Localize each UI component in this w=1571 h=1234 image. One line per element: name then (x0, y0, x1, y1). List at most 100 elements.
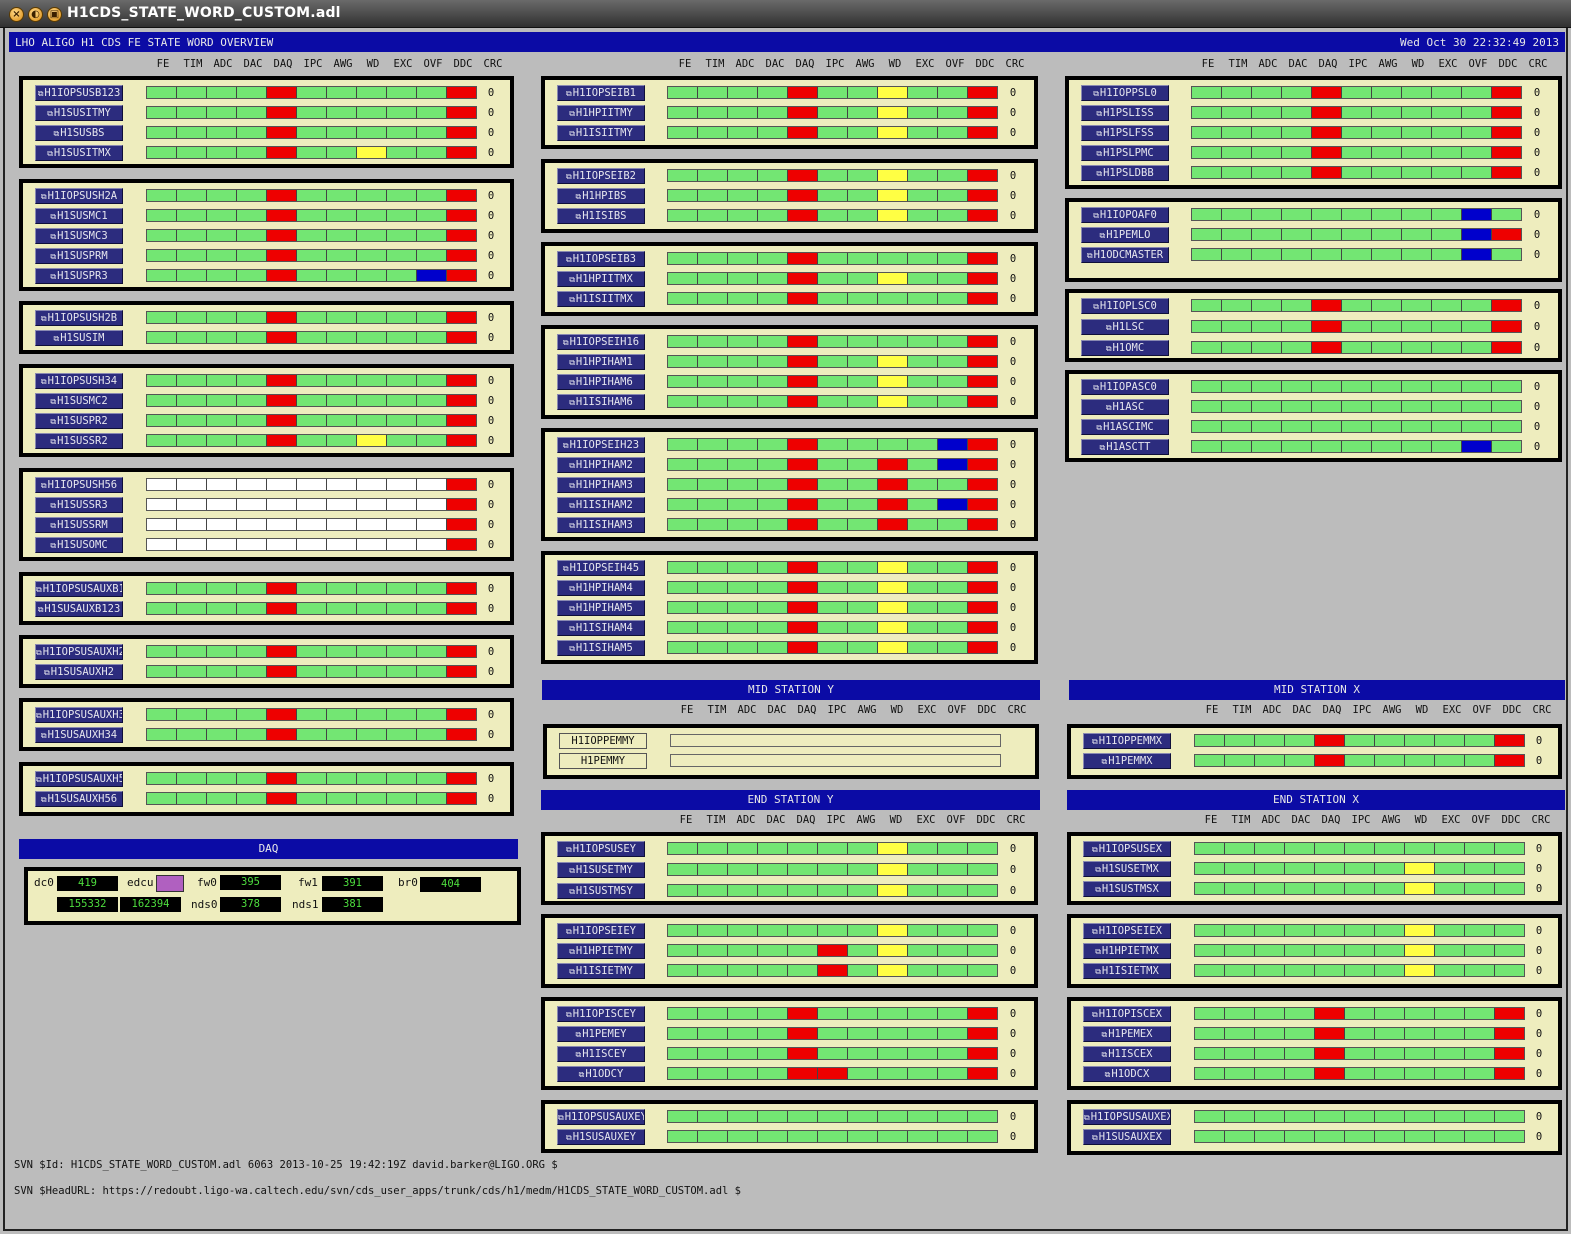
model-button[interactable]: ⧉H1SUSAUXH56 (35, 791, 123, 807)
model-button[interactable]: ⧉H1IOPOAF0 (1081, 207, 1169, 223)
model-button[interactable]: ⧉H1IOPSUSH56 (35, 477, 123, 493)
model-button[interactable]: ⧉H1IOPSUSEX (1083, 841, 1171, 857)
model-button[interactable]: ⧉H1SUSITMY (35, 105, 123, 121)
model-button[interactable]: ⧉H1SUSAUXEY (557, 1129, 645, 1145)
model-button[interactable]: ⧉H1ISIHAM5 (557, 640, 645, 656)
model-button[interactable]: ⧉H1IOPSUSEY (557, 841, 645, 857)
close-icon[interactable]: × (9, 7, 24, 22)
model-button[interactable]: ⧉H1PEMEX (1083, 1026, 1171, 1042)
model-button[interactable]: ⧉H1IOPASC0 (1081, 379, 1169, 395)
model-button[interactable]: ⧉H1HPIHAM5 (557, 600, 645, 616)
model-button[interactable]: H1PEMMY (559, 753, 647, 769)
model-button[interactable]: ⧉H1PEMMX (1083, 753, 1171, 769)
model-button[interactable]: ⧉H1HPIBS (557, 188, 645, 204)
model-button[interactable]: ⧉H1IOPPSL0 (1081, 85, 1169, 101)
model-button[interactable]: ⧉H1PSLFSS (1081, 125, 1169, 141)
model-button[interactable]: ⧉H1IOPSUSAUXH2 (35, 644, 123, 660)
model-button[interactable]: ⧉H1IOPSUSH2A (35, 188, 123, 204)
model-button[interactable]: ⧉H1IOPSUSB123 (35, 85, 123, 101)
model-button[interactable]: ⧉H1HPIITMX (557, 271, 645, 287)
model-button[interactable]: ⧉H1IOPISCEX (1083, 1006, 1171, 1022)
model-button[interactable]: ⧉H1SUSSRM (35, 517, 123, 533)
model-button[interactable]: ⧉H1HPIHAM6 (557, 374, 645, 390)
model-button[interactable]: ⧉H1SUSIM (35, 330, 123, 346)
window-titlebar[interactable]: × ◐ ▣ H1CDS_STATE_WORD_CUSTOM.adl (0, 0, 1571, 28)
model-button[interactable]: ⧉H1ISIITMX (557, 291, 645, 307)
model-button[interactable]: ⧉H1SUSETMX (1083, 861, 1171, 877)
maximize-icon[interactable]: ▣ (47, 7, 62, 22)
model-button[interactable]: ⧉H1ISCEX (1083, 1046, 1171, 1062)
state-bit-exc (1432, 441, 1462, 452)
model-button[interactable]: ⧉H1HPIHAM4 (557, 580, 645, 596)
model-button[interactable]: ⧉H1ODCMASTER (1081, 247, 1169, 263)
model-button[interactable]: ⧉H1SUSMC2 (35, 393, 123, 409)
model-button[interactable]: ⧉H1SUSSR2 (35, 433, 123, 449)
model-button[interactable]: ⧉H1IOPSEIEX (1083, 923, 1171, 939)
model-button[interactable]: ⧉H1IOPSEIB1 (557, 85, 645, 101)
model-button[interactable]: ⧉H1IOPSUSAUXH34 (35, 707, 123, 723)
model-button[interactable]: ⧉H1IOPSUSAUXB12 (35, 581, 123, 597)
model-button[interactable]: ⧉H1ISIHAM6 (557, 394, 645, 410)
model-button[interactable]: ⧉H1HPIHAM3 (557, 477, 645, 493)
model-button[interactable]: ⧉H1IOPSEIEY (557, 923, 645, 939)
model-button[interactable]: ⧉H1OMC (1081, 340, 1169, 356)
model-button[interactable]: ⧉H1ISIITMY (557, 125, 645, 141)
model-button[interactable]: ⧉H1PSLISS (1081, 105, 1169, 121)
model-button[interactable]: ⧉H1IOPSEIH16 (557, 334, 645, 350)
model-button[interactable]: ⧉H1HPIETMY (557, 943, 645, 959)
model-button[interactable]: ⧉H1ISCEY (557, 1046, 645, 1062)
model-button[interactable]: ⧉H1ODCY (557, 1066, 645, 1082)
model-button[interactable]: ⧉H1ISIETMX (1083, 963, 1171, 979)
model-button[interactable]: ⧉H1SUSETMY (557, 862, 645, 878)
model-button[interactable]: ⧉H1HPIHAM2 (557, 457, 645, 473)
model-button[interactable]: ⧉H1IOPSEIH23 (557, 437, 645, 453)
model-button[interactable]: ⧉H1HPIITMY (557, 105, 645, 121)
model-button[interactable]: ⧉H1IOPSEIB3 (557, 251, 645, 267)
model-button[interactable]: ⧉H1HPIHAM1 (557, 354, 645, 370)
model-button[interactable]: ⧉H1ISIHAM4 (557, 620, 645, 636)
model-button[interactable]: ⧉H1PSLDBB (1081, 165, 1169, 181)
model-button[interactable]: ⧉H1SUSAUXH34 (35, 727, 123, 743)
model-button[interactable]: ⧉H1SUSPR3 (35, 268, 123, 284)
shade-icon[interactable]: ◐ (28, 7, 43, 22)
model-button[interactable]: ⧉H1SUSPR2 (35, 413, 123, 429)
model-button[interactable]: ⧉H1ISIBS (557, 208, 645, 224)
model-button[interactable]: ⧉H1SUSMC1 (35, 208, 123, 224)
model-button[interactable]: ⧉H1IOPSUSAUXH56 (35, 771, 123, 787)
model-button[interactable]: ⧉H1SUSTMSX (1083, 881, 1171, 897)
model-button[interactable]: ⧉H1IOPISCEY (557, 1006, 645, 1022)
model-button[interactable]: ⧉H1IOPSUSAUXEX (1083, 1109, 1171, 1125)
model-button[interactable]: ⧉H1ASCIMC (1081, 419, 1169, 435)
model-button[interactable]: ⧉H1PSLPMC (1081, 145, 1169, 161)
model-button[interactable]: ⧉H1IOPSUSAUXEY (557, 1109, 645, 1125)
model-button[interactable]: ⧉H1SUSOMC (35, 537, 123, 553)
model-button[interactable]: ⧉H1SUSAUXB123 (35, 601, 123, 617)
model-button[interactable]: ⧉H1ASCTT (1081, 439, 1169, 455)
model-button[interactable]: ⧉H1ODCX (1083, 1066, 1171, 1082)
model-button[interactable]: ⧉H1IOPPEMMX (1083, 733, 1171, 749)
model-button[interactable]: H1IOPPEMMY (559, 733, 647, 749)
state-bit-wd (357, 646, 387, 657)
model-button[interactable]: ⧉H1IOPSEIB2 (557, 168, 645, 184)
model-button[interactable]: ⧉H1IOPSEIH45 (557, 560, 645, 576)
model-button[interactable]: ⧉H1ASC (1081, 399, 1169, 415)
model-button[interactable]: ⧉H1LSC (1081, 319, 1169, 335)
model-button[interactable]: ⧉H1SUSPRM (35, 248, 123, 264)
model-button[interactable]: ⧉H1SUSAUXEX (1083, 1129, 1171, 1145)
model-button[interactable]: ⧉H1ISIHAM2 (557, 497, 645, 513)
model-button[interactable]: ⧉H1PEMEY (557, 1026, 645, 1042)
model-button[interactable]: ⧉H1ISIETMY (557, 963, 645, 979)
model-button[interactable]: ⧉H1HPIETMX (1083, 943, 1171, 959)
model-button[interactable]: ⧉H1SUSSR3 (35, 497, 123, 513)
state-bit-ovf (417, 210, 447, 221)
model-button[interactable]: ⧉H1IOPLSC0 (1081, 298, 1169, 314)
model-button[interactable]: ⧉H1SUSAUXH2 (35, 664, 123, 680)
model-button[interactable]: ⧉H1SUSITMX (35, 145, 123, 161)
model-button[interactable]: ⧉H1ISIHAM3 (557, 517, 645, 533)
model-button[interactable]: ⧉H1PEMLO (1081, 227, 1169, 243)
model-button[interactable]: ⧉H1SUSMC3 (35, 228, 123, 244)
model-button[interactable]: ⧉H1IOPSUSH34 (35, 373, 123, 389)
model-button[interactable]: ⧉H1SUSBS (35, 125, 123, 141)
model-button[interactable]: ⧉H1IOPSUSH2B (35, 310, 123, 326)
model-button[interactable]: ⧉H1SUSTMSY (557, 883, 645, 899)
